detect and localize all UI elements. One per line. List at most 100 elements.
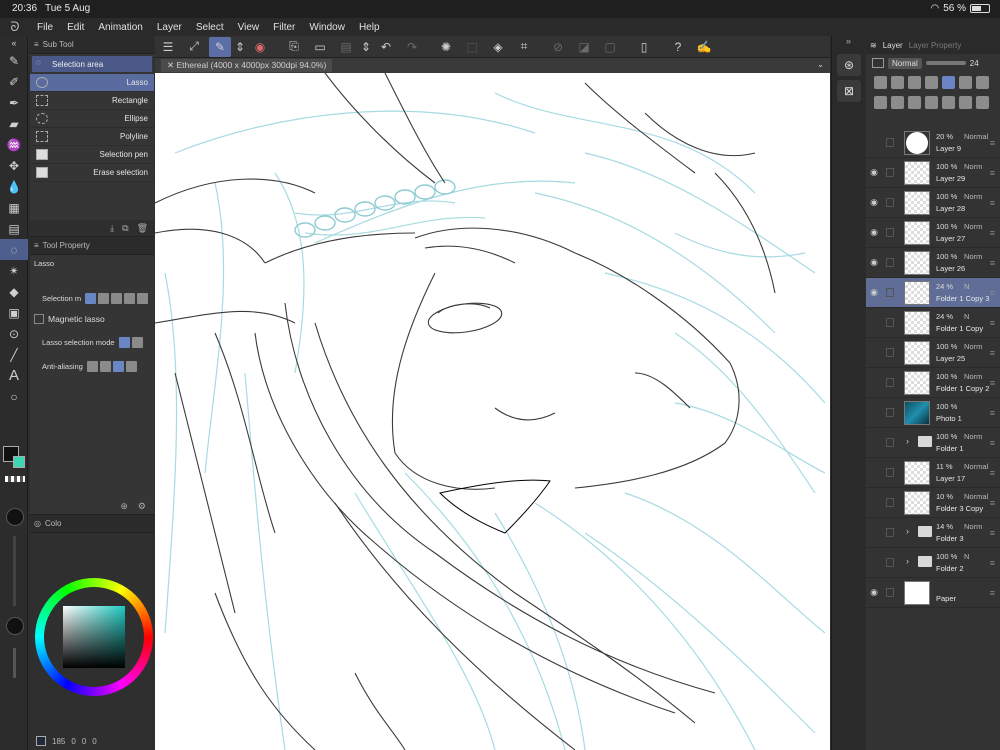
layer-row[interactable]: ◉ 100 % Norm Layer 26 ≡: [866, 248, 1000, 278]
invert-selection-icon[interactable]: ◪: [573, 37, 595, 57]
subtool-item-lasso[interactable]: Lasso: [30, 74, 154, 92]
layer-row[interactable]: › 14 % Norm Folder 3 ≡: [866, 518, 1000, 548]
layer-row[interactable]: 10 % Normal Folder 3 Copy ≡: [866, 488, 1000, 518]
anti-aliasing-buttons[interactable]: [86, 360, 137, 372]
lasso-tool-icon[interactable]: ◌: [0, 239, 28, 260]
redo-icon[interactable]: ↷: [401, 37, 423, 57]
drag-handle-icon[interactable]: ≡: [990, 198, 995, 208]
lock-icon[interactable]: [908, 75, 921, 89]
layer-lock-toggle[interactable]: [886, 558, 894, 567]
smartphone-icon[interactable]: ▯: [633, 37, 655, 57]
drag-handle-icon[interactable]: ≡: [990, 168, 995, 178]
drag-handle-icon[interactable]: ≡: [990, 318, 995, 328]
new-vector-layer-icon[interactable]: [891, 95, 904, 109]
expand-icon[interactable]: »: [832, 36, 865, 50]
selection-mode-buttons[interactable]: [85, 292, 149, 304]
mask-icon[interactable]: [959, 75, 972, 89]
collapse-icon[interactable]: «: [0, 36, 28, 50]
text-tool-icon[interactable]: A: [0, 365, 28, 386]
transform-icon[interactable]: ⬚: [461, 37, 483, 57]
layer-lock-toggle[interactable]: [886, 438, 894, 447]
ruler-link-icon[interactable]: [976, 75, 989, 89]
tab-dropdown-icon[interactable]: ⌄: [817, 59, 824, 70]
gradient-tool-icon[interactable]: ▣: [0, 302, 28, 323]
lasso-mode-buttons[interactable]: [118, 336, 143, 348]
layer-lock-toggle[interactable]: [886, 528, 894, 537]
layer-mask-icon[interactable]: [959, 95, 972, 109]
menu-animation[interactable]: Animation: [91, 22, 149, 33]
drag-handle-icon[interactable]: ≡: [990, 138, 995, 148]
drag-handle-icon[interactable]: ≡: [990, 438, 995, 448]
reference-icon[interactable]: [891, 75, 904, 89]
fit-screen-icon[interactable]: ⤢: [183, 37, 205, 57]
saturation-value-square[interactable]: [63, 606, 125, 668]
drag-handle-icon[interactable]: ≡: [990, 348, 995, 358]
drag-handle-icon[interactable]: ≡: [990, 468, 995, 478]
layer-row[interactable]: 100 % Photo 1 ≡: [866, 398, 1000, 428]
draft-icon[interactable]: [942, 75, 955, 89]
layer-row[interactable]: 20 % Normal Layer 9 ≡: [866, 128, 1000, 158]
brush-size-large[interactable]: [6, 508, 24, 526]
download-subtool-icon[interactable]: ⤓: [110, 223, 114, 234]
chevron-right-icon[interactable]: ›: [906, 526, 909, 536]
lock-alpha-icon[interactable]: [925, 75, 938, 89]
stepper-icon[interactable]: ⇕: [235, 37, 245, 57]
eye-hidden-icon[interactable]: [868, 347, 880, 359]
eraser-tool-icon[interactable]: ▰: [0, 113, 28, 134]
drag-handle-icon[interactable]: ≡: [990, 498, 995, 508]
eye-icon[interactable]: ◉: [868, 287, 880, 299]
decoration-tool-icon[interactable]: ♒: [0, 134, 28, 155]
layer-row[interactable]: ◉ 100 % Norm Layer 29 ≡: [866, 158, 1000, 188]
help-icon[interactable]: ?: [667, 37, 689, 57]
line-tool-icon[interactable]: ╱: [0, 344, 28, 365]
deselect-icon[interactable]: ⊘: [547, 37, 569, 57]
sub-color-chip[interactable]: [13, 456, 25, 468]
chevron-right-icon[interactable]: ›: [906, 556, 909, 566]
clear-icon[interactable]: ▢: [599, 37, 621, 57]
drag-handle-icon[interactable]: ≡: [990, 228, 995, 238]
layer-lock-toggle[interactable]: [886, 408, 894, 417]
mini-color-chip-icon[interactable]: [36, 736, 46, 746]
subtool-item-erase-selection[interactable]: Erase selection: [30, 164, 154, 182]
layer-lock-toggle[interactable]: [886, 288, 894, 297]
pen-settings-icon[interactable]: ✍: [693, 37, 715, 57]
eye-hidden-icon[interactable]: [868, 437, 880, 449]
layer-lock-toggle[interactable]: [886, 198, 894, 207]
layer-lock-toggle[interactable]: [886, 228, 894, 237]
pen-tool-icon[interactable]: ✎: [0, 50, 28, 71]
frame-tool-icon[interactable]: ▦: [0, 197, 28, 218]
merge-icon[interactable]: [942, 95, 955, 109]
magnetic-lasso-checkbox[interactable]: [34, 314, 44, 324]
duplicate-subtool-icon[interactable]: ⧉: [122, 223, 128, 234]
drag-handle-icon[interactable]: ≡: [990, 408, 995, 418]
panel-menu-icon[interactable]: ≡: [34, 241, 39, 250]
menu-help[interactable]: Help: [352, 22, 387, 33]
layer-row[interactable]: 11 % Normal Layer 17 ≡: [866, 458, 1000, 488]
sub-view-icon[interactable]: ⊠: [837, 80, 861, 102]
undo-icon[interactable]: ↶: [375, 37, 397, 57]
eye-hidden-icon[interactable]: [868, 407, 880, 419]
loading-icon[interactable]: ✺: [435, 37, 457, 57]
eye-hidden-icon[interactable]: [868, 557, 880, 569]
eye-icon[interactable]: ◉: [868, 587, 880, 599]
opacity-slider[interactable]: [13, 648, 16, 678]
layer-lock-toggle[interactable]: [886, 378, 894, 387]
blend-tool-icon[interactable]: 💧: [0, 176, 28, 197]
eye-hidden-icon[interactable]: [868, 377, 880, 389]
layer-color-icon[interactable]: [872, 58, 884, 68]
eye-hidden-icon[interactable]: [868, 317, 880, 329]
drag-handle-icon[interactable]: ≡: [990, 258, 995, 268]
menu-select[interactable]: Select: [189, 22, 231, 33]
clip-icon[interactable]: [874, 75, 887, 89]
eye-icon[interactable]: ◉: [868, 227, 880, 239]
subtool-item-rectangle[interactable]: Rectangle: [30, 92, 154, 110]
chevron-right-icon[interactable]: ›: [906, 436, 909, 446]
app-logo-icon[interactable]: ᘐ: [0, 19, 30, 35]
layer-tab-icon[interactable]: ≋: [870, 41, 877, 50]
fill-tool-icon[interactable]: ◆: [0, 281, 28, 302]
menu-view[interactable]: View: [231, 22, 267, 33]
drag-handle-icon[interactable]: ≡: [990, 288, 995, 298]
menu-window[interactable]: Window: [302, 22, 352, 33]
brush-size-slider[interactable]: [13, 536, 16, 606]
layer-row[interactable]: ◉ 100 % Norm Layer 27 ≡: [866, 218, 1000, 248]
